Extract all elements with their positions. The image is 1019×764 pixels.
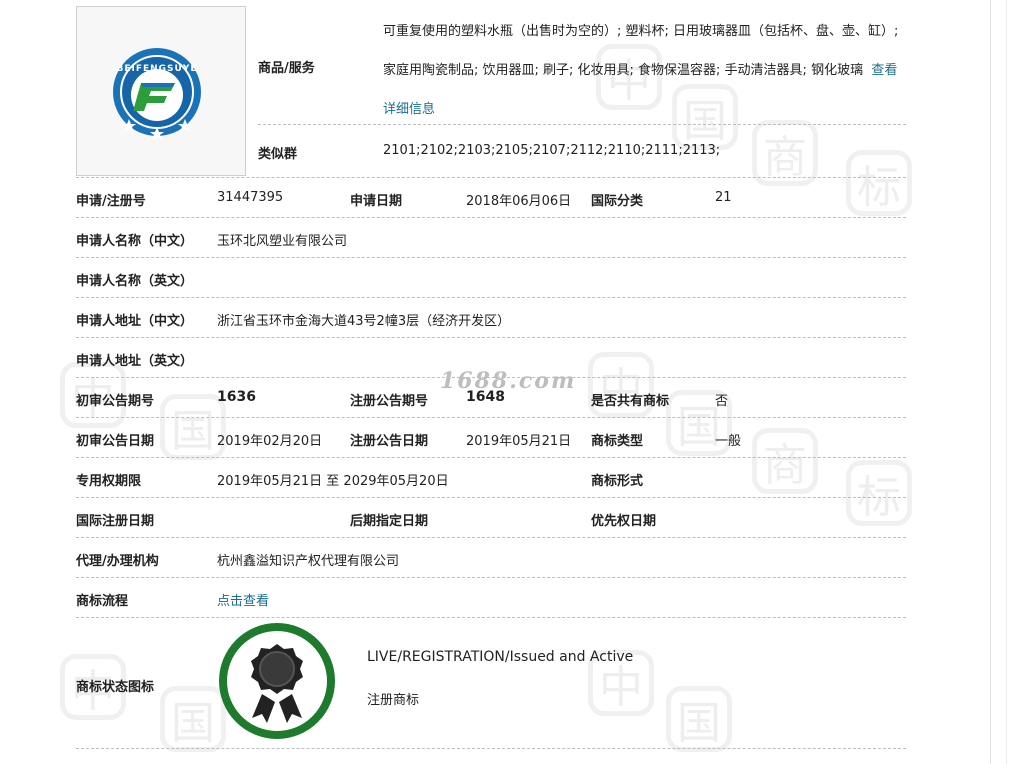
separator (76, 257, 906, 258)
separator (76, 177, 906, 178)
status-badge-icon (218, 622, 336, 740)
reg-pub-no-label: 注册公告期号 (350, 394, 429, 409)
applicant-cn-value: 玉环北风塑业有限公司 (217, 234, 348, 249)
similar-group-label: 类似群 (258, 147, 298, 162)
separator (76, 417, 906, 418)
apply-date-value: 2018年06月06日 (466, 194, 572, 209)
separator (76, 617, 906, 618)
mark-type-value: 一般 (715, 434, 742, 449)
shared-label: 是否共有商标 (591, 394, 670, 409)
goods-list: 可重复使用的塑料水瓶（出售时为空的）; 塑料杯; 日用玻璃器皿（包括杯、盘、壶、… (383, 24, 899, 78)
similar-group-value: 2101;2102;2103;2105;2107;2112;2110;2111;… (383, 143, 721, 158)
applicant-en-label: 申请人名称（英文） (76, 274, 194, 289)
mark-type-label: 商标类型 (591, 434, 644, 449)
goods-label: 商品/服务 (258, 61, 315, 76)
reg-pub-date-label: 注册公告日期 (350, 434, 429, 449)
intl-class-label: 国际分类 (591, 194, 644, 209)
prelim-date-label: 初审公告日期 (76, 434, 155, 449)
intl-class-value: 21 (715, 190, 732, 205)
separator (76, 377, 906, 378)
prelim-no-value: 1636 (217, 389, 256, 405)
separator (76, 537, 906, 538)
reg-pub-date-value: 2019年05月21日 (466, 434, 572, 449)
separator (76, 457, 906, 458)
separator (76, 217, 906, 218)
status-text-cn: 注册商标 (367, 693, 420, 708)
address-cn-value: 浙江省玉环市金海大道43号2幢3层（经济开发区） (217, 314, 511, 329)
prelim-date-value: 2019年02月20日 (217, 434, 323, 449)
mark-form-label: 商标形式 (591, 474, 644, 489)
intl-reg-date-label: 国际注册日期 (76, 514, 155, 529)
shared-value: 否 (715, 394, 729, 409)
later-date-label: 后期指定日期 (350, 514, 429, 529)
address-en-label: 申请人地址（英文） (76, 354, 194, 369)
exclusive-value: 2019年05月21日 至 2029年05月20日 (217, 474, 449, 489)
reg-pub-no-value: 1648 (466, 389, 505, 405)
separator (258, 124, 906, 125)
trademark-image: BEIFENGSUYE (76, 6, 246, 176)
reg-no-value: 31447395 (217, 190, 284, 205)
reg-no-label: 申请/注册号 (76, 194, 146, 209)
address-cn-label: 申请人地址（中文） (76, 314, 194, 329)
flow-link[interactable]: 点击查看 (217, 590, 269, 609)
apply-date-label: 申请日期 (350, 194, 403, 209)
separator (76, 748, 906, 749)
separator (76, 297, 906, 298)
agent-label: 代理/办理机构 (76, 554, 159, 569)
agent-value: 杭州鑫溢知识产权代理有限公司 (217, 554, 400, 569)
separator (76, 337, 906, 338)
status-label: 商标状态图标 (76, 680, 155, 695)
flow-label: 商标流程 (76, 594, 129, 609)
separator (76, 577, 906, 578)
trademark-logo-icon: BEIFENGSUYE (77, 7, 245, 175)
goods-text: 可重复使用的塑料水瓶（出售时为空的）; 塑料杯; 日用玻璃器皿（包括杯、盘、壶、… (383, 12, 903, 129)
separator (76, 497, 906, 498)
exclusive-label: 专用权期限 (76, 474, 142, 489)
priority-date-label: 优先权日期 (591, 514, 657, 529)
applicant-cn-label: 申请人名称（中文） (76, 234, 194, 249)
status-text-en: LIVE/REGISTRATION/Issued and Active (367, 649, 634, 665)
prelim-no-label: 初审公告期号 (76, 394, 155, 409)
trademark-logo-text: BEIFENGSUYE (116, 64, 197, 74)
